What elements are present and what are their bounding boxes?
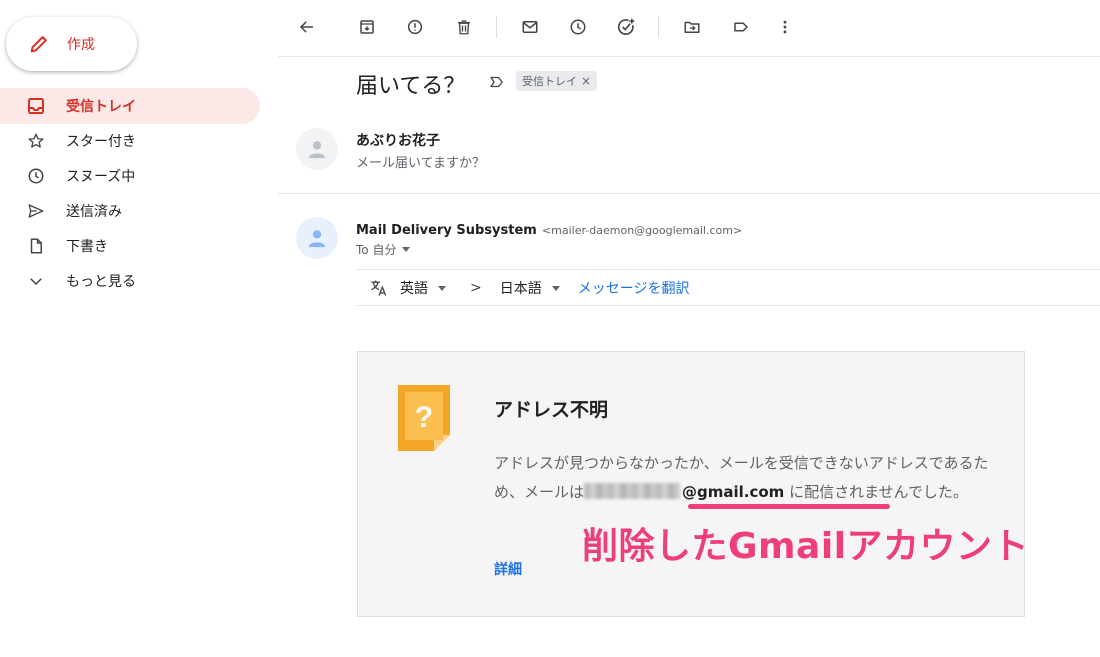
translate-bar: 英語 > 日本語 メッセージを翻訳 <box>356 271 1100 305</box>
compose-button[interactable]: 作成 <box>6 17 137 71</box>
clock-icon <box>26 166 46 186</box>
sidebar-item-label: スヌーズ中 <box>66 169 136 185</box>
remove-label-button[interactable]: × <box>581 74 591 88</box>
message-snippet[interactable]: メール届いてますか？ <box>356 152 485 171</box>
send-icon <box>26 201 46 221</box>
more-options-icon[interactable] <box>773 15 797 39</box>
back-arrow-icon[interactable] <box>295 15 319 39</box>
target-language-dropdown[interactable]: 日本語 <box>500 278 560 298</box>
sidebar-item-drafts[interactable]: 下書き <box>0 228 260 264</box>
report-spam-icon[interactable] <box>403 15 427 39</box>
snooze-icon[interactable] <box>566 15 590 39</box>
bounce-message: アドレスが見つからなかったか、メールを受信できないアドレスであるため、メールは @… <box>494 449 994 507</box>
translate-message-link[interactable]: メッセージを翻訳 <box>578 278 690 298</box>
thread-subject: 届いてる？ <box>356 74 466 99</box>
chevron-down-icon <box>402 247 411 252</box>
sidebar-item-starred[interactable]: スター付き <box>0 123 260 159</box>
annotation-underline <box>688 504 890 509</box>
chevron-down-icon <box>26 271 46 291</box>
move-to-icon[interactable] <box>680 15 704 39</box>
bounce-body-part2: に配信されませんでした。 <box>784 483 968 501</box>
avatar <box>296 217 338 259</box>
sender-line: Mail Delivery Subsystem <mailer-daemon@g… <box>356 219 742 238</box>
source-language-dropdown[interactable]: 英語 <box>400 278 446 298</box>
bounced-email-domain: @gmail.com <box>682 483 785 501</box>
annotation-text: 削除したGmailアカウント <box>582 526 1030 567</box>
draft-icon <box>26 236 46 256</box>
source-language: 英語 <box>400 281 428 297</box>
sidebar-item-label: もっと見る <box>66 274 136 290</box>
target-language: 日本語 <box>499 281 542 297</box>
translate-arrow: > <box>470 280 482 296</box>
sidebar-item-label: 下書き <box>66 239 108 255</box>
label-chip-text: 受信トレイ <box>522 75 577 88</box>
add-task-icon[interactable] <box>614 15 638 39</box>
message-divider <box>278 193 1100 194</box>
question-document-icon: ? <box>396 383 452 457</box>
sender-email: <mailer-daemon@googlemail.com> <box>541 224 743 237</box>
sidebar-item-snoozed[interactable]: スヌーズ中 <box>0 158 260 194</box>
inbox-icon <box>26 96 46 116</box>
star-icon <box>26 131 46 151</box>
sidebar-item-label: 受信トレイ <box>66 99 136 115</box>
compose-label: 作成 <box>67 37 95 53</box>
pencil-icon <box>30 36 47 53</box>
translate-icon <box>368 277 390 299</box>
details-link[interactable]: 詳細 <box>494 559 522 579</box>
avatar <box>296 128 338 170</box>
svg-text:?: ? <box>415 401 433 434</box>
toolbar-divider-line <box>278 56 1100 57</box>
mark-unread-icon[interactable] <box>518 15 542 39</box>
label-icon[interactable] <box>729 15 753 39</box>
sidebar-item-sent[interactable]: 送信済み <box>0 193 260 229</box>
sidebar-item-label: スター付き <box>66 134 136 150</box>
toolbar-divider <box>658 16 659 38</box>
archive-icon[interactable] <box>355 15 379 39</box>
recipient-dropdown[interactable]: To 自分 <box>356 241 411 258</box>
sidebar-item-label: 送信済み <box>66 204 122 220</box>
delete-icon[interactable] <box>452 15 476 39</box>
sidebar-item-more[interactable]: もっと見る <box>0 263 260 299</box>
chevron-down-icon <box>551 285 560 291</box>
bounce-title: アドレス不明 <box>494 399 609 421</box>
toolbar-divider <box>496 16 497 38</box>
sender-name[interactable]: あぶりお花子 <box>356 130 440 150</box>
recipient-text: To 自分 <box>356 243 397 257</box>
translate-divider-bottom <box>356 305 1100 306</box>
sidebar-item-inbox[interactable]: 受信トレイ <box>0 88 260 124</box>
redacted-email-local-part <box>584 483 681 499</box>
chevron-down-icon <box>438 285 446 291</box>
inbox-label-chip: 受信トレイ × <box>516 71 598 91</box>
importance-marker-icon[interactable] <box>488 73 506 95</box>
translate-divider-top <box>356 269 1100 270</box>
sender-name[interactable]: Mail Delivery Subsystem <box>356 223 537 238</box>
